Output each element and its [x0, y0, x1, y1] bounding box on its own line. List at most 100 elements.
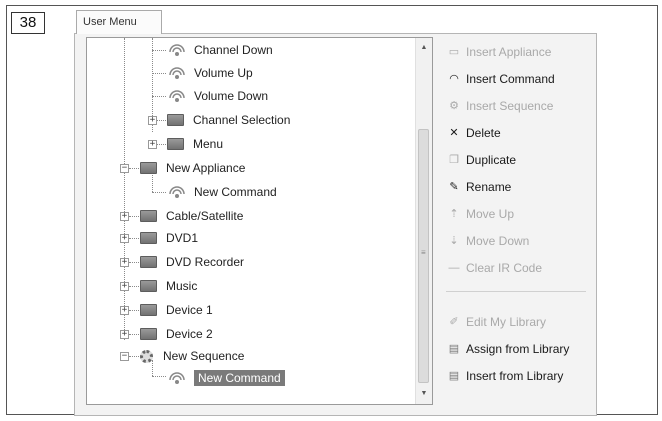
tree-node-device-2[interactable]: Device 2 [140, 324, 213, 344]
delete-button[interactable]: ✕ Delete [446, 119, 591, 146]
tree-node-device-1[interactable]: Device 1 [140, 300, 213, 320]
tree-connector [129, 310, 139, 311]
tree-node-label: New Sequence [163, 349, 245, 363]
duplicate-icon: ❐ [449, 154, 459, 166]
folder-icon [140, 304, 157, 316]
tree-connector [129, 356, 139, 357]
command-label: Clear IR Code [466, 260, 543, 275]
library-insert-icon: ▤ [448, 370, 460, 382]
tree-node-dvd1[interactable]: DVD1 [140, 228, 198, 248]
expand-toggle[interactable]: + [148, 140, 157, 149]
tree-connector [152, 73, 166, 74]
tree-connector [152, 376, 166, 377]
insert-appliance-button[interactable]: ▭ Insert Appliance [446, 38, 591, 65]
command-label: Duplicate [466, 152, 517, 167]
pencil-icon: ✎ [449, 181, 459, 193]
tree-node-music[interactable]: Music [140, 276, 197, 296]
move-up-icon: ⇡ [449, 208, 459, 220]
tree-node-label: Volume Down [194, 89, 269, 103]
rename-button[interactable]: ✎ Rename [446, 173, 591, 200]
tree-node-new-appliance[interactable]: New Appliance [140, 158, 245, 178]
clear-icon: — [448, 261, 460, 274]
edit-library-icon: ✐ [449, 316, 459, 328]
collapse-toggle[interactable]: − [120, 164, 129, 173]
user-menu-tree[interactable]: + + − + + + + + + − Channel Down Volume … [86, 37, 433, 405]
clear-ir-code-button[interactable]: — Clear IR Code [446, 254, 591, 281]
tree-node-menu[interactable]: Menu [167, 134, 223, 154]
command-label: Insert from Library [466, 368, 564, 383]
tree-node-label: Menu [193, 137, 224, 151]
expand-toggle[interactable]: + [120, 212, 129, 221]
expand-toggle[interactable]: + [148, 116, 157, 125]
tree-node-new-command-selected[interactable]: New Command [167, 368, 285, 388]
tab-user-menu[interactable]: User Menu [76, 10, 162, 34]
tree-node-label: New Command [194, 370, 285, 386]
tree-node-label: Music [166, 279, 198, 293]
tree-connector [152, 192, 166, 193]
remote-command-icon [167, 43, 187, 57]
tree-scrollbar[interactable]: ▲ ≡ ▼ [415, 38, 432, 404]
tree-connector [129, 286, 139, 287]
tree-node-channel-down[interactable]: Channel Down [167, 40, 273, 60]
tree-connector [152, 50, 166, 51]
tree-node-label: Device 2 [166, 327, 213, 341]
folder-icon [140, 232, 157, 244]
tree-connector [129, 168, 139, 169]
tree-connector [157, 120, 166, 121]
command-label: Insert Sequence [466, 98, 554, 113]
gear-icon [140, 349, 153, 363]
tree-node-dvd-recorder[interactable]: DVD Recorder [140, 252, 244, 272]
tree-node-new-sequence[interactable]: New Sequence [140, 346, 244, 366]
expand-toggle[interactable]: + [120, 306, 129, 315]
move-up-button[interactable]: ⇡ Move Up [446, 200, 591, 227]
tree-connector [129, 334, 139, 335]
scroll-thumb[interactable]: ≡ [418, 129, 429, 383]
expand-toggle[interactable]: + [120, 282, 129, 291]
figure-number: 38 [11, 12, 45, 34]
expand-toggle[interactable]: + [120, 330, 129, 339]
folder-icon [140, 280, 157, 292]
tree-node-label: New Command [194, 185, 277, 199]
command-label: Insert Command [466, 71, 555, 86]
insert-from-library-button[interactable]: ▤ Insert from Library [446, 362, 591, 389]
folder-icon [167, 138, 184, 150]
edit-my-library-button[interactable]: ✐ Edit My Library [446, 308, 591, 335]
command-list: ▭ Insert Appliance ◠ Insert Command ⚙ In… [446, 38, 591, 389]
tree-node-label: Channel Down [194, 43, 273, 57]
remote-command-icon [167, 89, 187, 103]
folder-icon [167, 114, 184, 126]
collapse-toggle[interactable]: − [120, 352, 129, 361]
assign-from-library-button[interactable]: ▤ Assign from Library [446, 335, 591, 362]
grip-icon: ≡ [421, 248, 426, 257]
tree-node-label: DVD1 [166, 231, 199, 245]
remote-command-icon [167, 371, 187, 385]
library-icon: ▤ [448, 343, 460, 355]
tree-node-volume-down[interactable]: Volume Down [167, 86, 268, 106]
scroll-up-arrow[interactable]: ▲ [416, 40, 432, 56]
command-label: Insert Appliance [466, 44, 552, 59]
scroll-down-arrow[interactable]: ▼ [416, 386, 432, 402]
move-down-button[interactable]: ⇣ Move Down [446, 227, 591, 254]
tree-node-label: Volume Up [194, 66, 253, 80]
tree-node-volume-up[interactable]: Volume Up [167, 63, 253, 83]
move-down-icon: ⇣ [449, 235, 459, 247]
folder-icon [140, 162, 157, 174]
tree-connector [129, 262, 139, 263]
tree-node-cable-satellite[interactable]: Cable/Satellite [140, 206, 243, 226]
expand-toggle[interactable]: + [120, 234, 129, 243]
duplicate-button[interactable]: ❐ Duplicate [446, 146, 591, 173]
tree-node-label: Cable/Satellite [166, 209, 244, 223]
expand-toggle[interactable]: + [120, 258, 129, 267]
folder-icon [140, 328, 157, 340]
tree-node-channel-selection[interactable]: Channel Selection [167, 110, 290, 130]
tree-node-label: New Appliance [166, 161, 246, 175]
remote-command-icon [167, 66, 187, 80]
tree-connector [124, 38, 125, 340]
command-label: Delete [466, 125, 501, 140]
appliance-icon: ▭ [448, 46, 460, 58]
insert-sequence-button[interactable]: ⚙ Insert Sequence [446, 92, 591, 119]
insert-command-button[interactable]: ◠ Insert Command [446, 65, 591, 92]
tree-node-new-command[interactable]: New Command [167, 182, 277, 202]
tree-connector [129, 238, 139, 239]
remote-command-icon [167, 185, 187, 199]
